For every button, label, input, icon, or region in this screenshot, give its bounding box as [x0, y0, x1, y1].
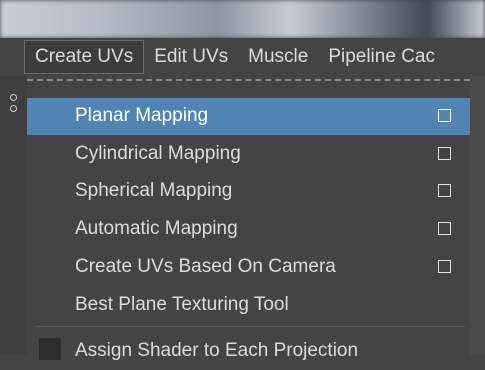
checkbox[interactable] [39, 338, 61, 360]
menu-divider [35, 326, 465, 327]
menu-item-planar-mapping[interactable]: Planar Mapping [27, 98, 470, 135]
menu-item-label: Assign Shader to Each Projection [75, 340, 359, 361]
menu-muscle[interactable]: Muscle [238, 41, 318, 73]
option-box-icon[interactable] [438, 184, 451, 197]
menubar: Create UVs Edit UVs Muscle Pipeline Cac [0, 38, 485, 76]
right-panel-edge [470, 76, 485, 355]
menu-item-label: Automatic Mapping [75, 218, 238, 239]
menu-item-label: Planar Mapping [75, 105, 209, 126]
viewport-background [0, 0, 485, 38]
option-box-icon[interactable] [438, 260, 451, 273]
menu-item-label: Best Plane Texturing Tool [75, 294, 289, 315]
tear-off-handle[interactable] [10, 94, 17, 116]
menu-item-spherical-mapping[interactable]: Spherical Mapping [27, 173, 470, 210]
menu-create-uvs[interactable]: Create UVs [24, 40, 145, 74]
menu-item-best-plane-texturing-tool[interactable]: Best Plane Texturing Tool [27, 287, 470, 324]
handle-dot-icon [10, 94, 17, 101]
menu-edit-uvs[interactable]: Edit UVs [144, 41, 238, 73]
menu-item-create-uvs-based-on-camera[interactable]: Create UVs Based On Camera [27, 249, 470, 286]
option-box-icon[interactable] [438, 109, 451, 122]
menu-item-label: Spherical Mapping [75, 180, 233, 201]
menu-item-label: Create UVs Based On Camera [75, 256, 336, 277]
menu-item-cylindrical-mapping[interactable]: Cylindrical Mapping [27, 136, 470, 173]
menu-pipeline-cache[interactable]: Pipeline Cac [318, 41, 445, 73]
option-box-icon[interactable] [438, 147, 451, 160]
menu-item-automatic-mapping[interactable]: Automatic Mapping [27, 211, 470, 248]
handle-dot-icon [10, 105, 17, 112]
menu-item-assign-shader-to-each-projection[interactable]: Assign Shader to Each Projection [27, 333, 470, 370]
option-box-icon[interactable] [438, 222, 451, 235]
create-uvs-dropdown-menu: Planar Mapping Cylindrical Mapping Spher… [27, 79, 470, 361]
menu-item-label: Cylindrical Mapping [75, 143, 241, 164]
left-panel-edge [0, 76, 27, 355]
